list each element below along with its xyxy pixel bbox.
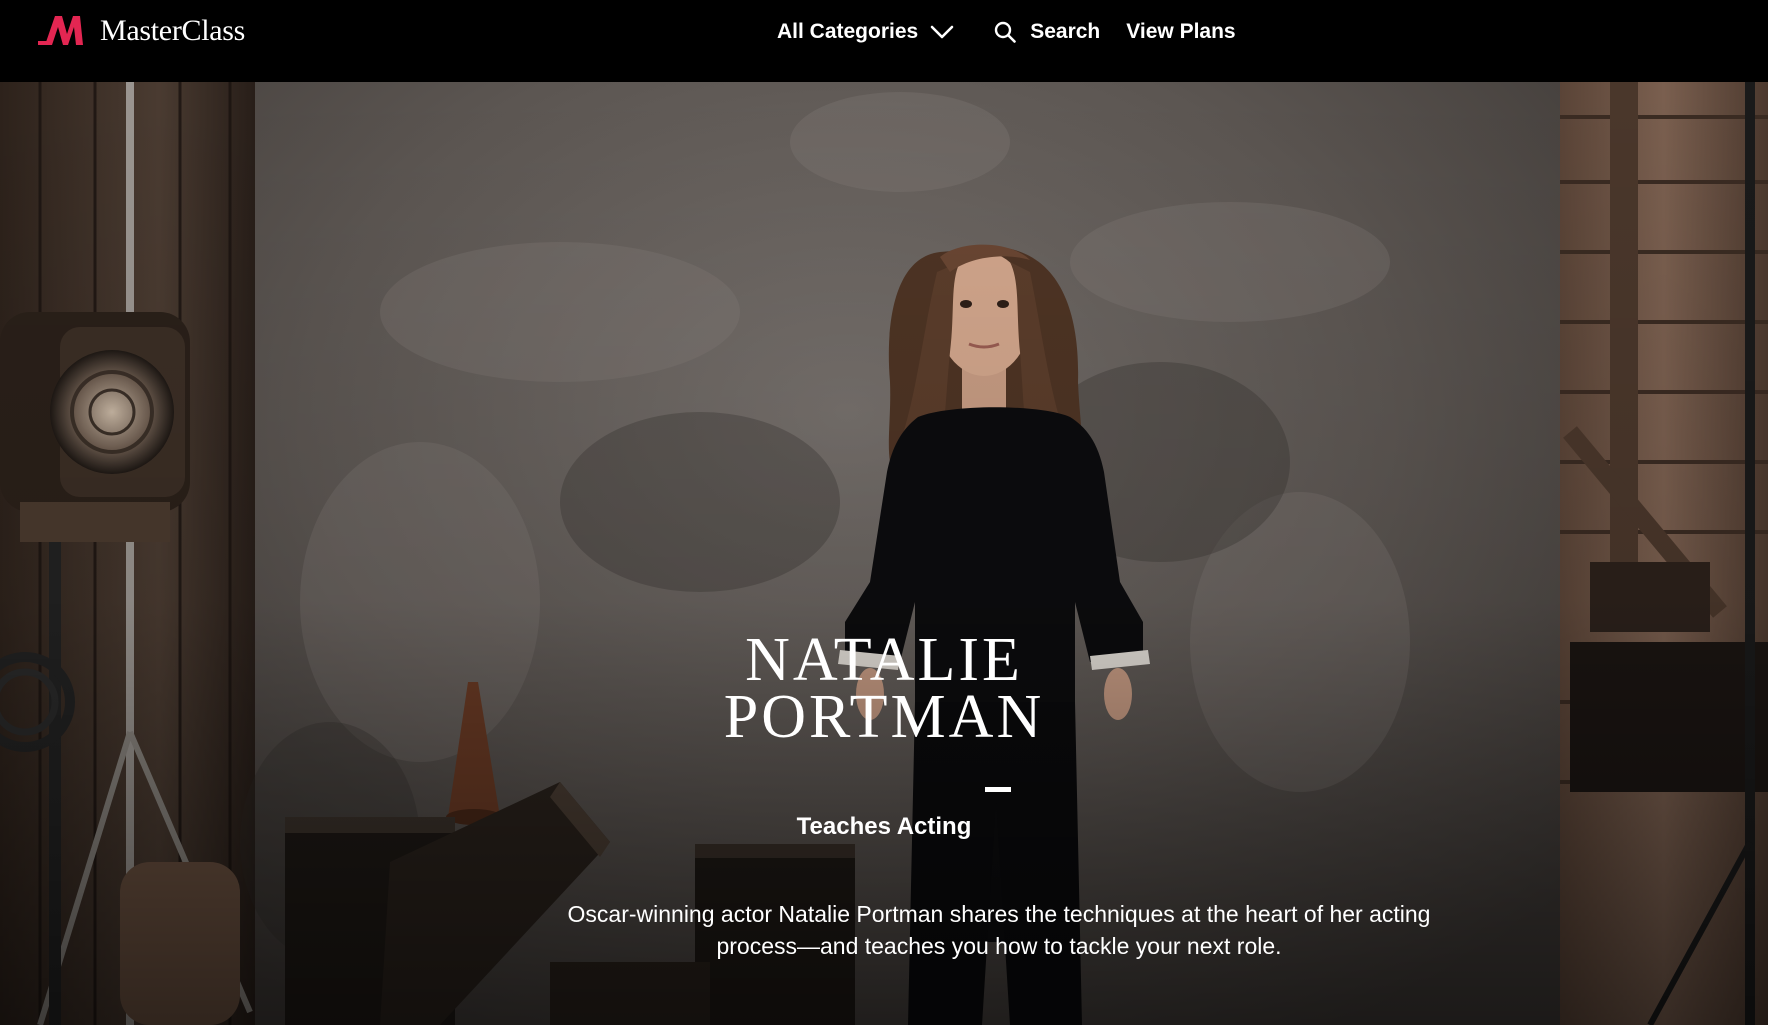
view-plans-label: View Plans <box>1126 20 1236 43</box>
instructor-last-name: Portman <box>723 683 1045 751</box>
search-icon <box>995 21 1017 43</box>
instructor-name: Natalie Portman <box>0 626 1768 751</box>
search-button[interactable]: Search <box>994 20 1100 44</box>
instructor-first-name: Natalie <box>745 626 1023 694</box>
masterclass-logo[interactable]: MasterClass <box>38 14 245 48</box>
all-categories-label: All Categories <box>777 20 919 43</box>
class-subject: Teaches Acting <box>796 813 972 840</box>
masterclass-logo-icon <box>38 16 83 45</box>
all-categories-dropdown[interactable]: All Categories <box>777 20 954 44</box>
logo-text: MasterClass <box>100 14 246 47</box>
search-label: Search <box>1030 20 1101 43</box>
chevron-down-icon <box>930 25 954 39</box>
hero-content: Natalie Portman Teaches Acting Oscar-win… <box>0 82 1768 1025</box>
hero-section: Natalie Portman Teaches Acting Oscar-win… <box>0 82 1768 1025</box>
class-description: Oscar-winning actor Natalie Portman shar… <box>567 901 1431 959</box>
name-divider <box>985 787 1011 792</box>
main-nav: All Categories Search View Plans <box>777 18 1236 46</box>
top-nav: MasterClass All Categories Search View P… <box>0 0 1768 82</box>
view-plans-link[interactable]: View Plans <box>1126 20 1235 44</box>
